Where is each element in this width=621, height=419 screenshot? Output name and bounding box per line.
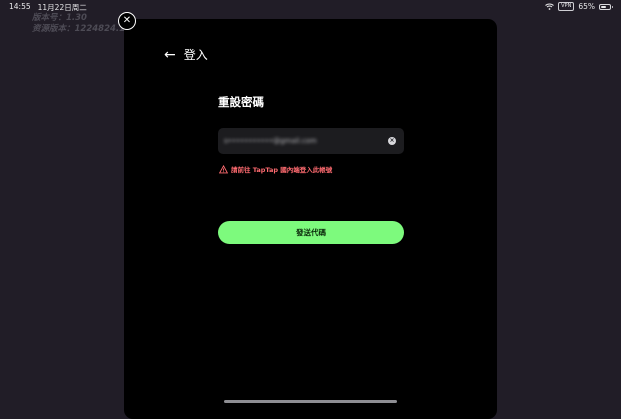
send-code-button[interactable]: 發送代碼	[218, 221, 404, 244]
warning-icon	[219, 164, 228, 173]
status-bar-left: 14:55 11月22日周二	[9, 2, 87, 13]
wifi-icon	[545, 3, 554, 10]
reset-password-modal: ← 登入 重設密碼 s•••••••••••@gmail.com × 請前往 T…	[124, 19, 497, 419]
vpn-badge: VPN	[558, 2, 575, 11]
battery-level	[601, 5, 607, 8]
email-value[interactable]: s•••••••••••@gmail.com	[224, 137, 317, 145]
battery-icon	[599, 3, 613, 10]
page-title: 重設密碼	[218, 95, 264, 109]
status-time: 14:55	[9, 2, 31, 11]
status-date: 11月22日周二	[37, 3, 87, 12]
back-label[interactable]: 登入	[184, 46, 208, 63]
battery-percent: 65%	[578, 2, 595, 11]
home-indicator[interactable]	[224, 400, 397, 403]
error-text: 請前往 TapTap 國內端登入此帳號	[231, 166, 333, 174]
error-message: 請前往 TapTap 國內端登入此帳號	[219, 164, 332, 174]
close-icon[interactable]: ✕	[118, 12, 136, 30]
email-field[interactable]: s•••••••••••@gmail.com ×	[218, 128, 404, 154]
status-bar-right: VPN 65%	[545, 2, 613, 11]
back-arrow-icon[interactable]: ←	[164, 48, 176, 62]
back-button[interactable]: ← 登入	[164, 46, 208, 63]
clear-icon[interactable]: ×	[388, 137, 396, 145]
